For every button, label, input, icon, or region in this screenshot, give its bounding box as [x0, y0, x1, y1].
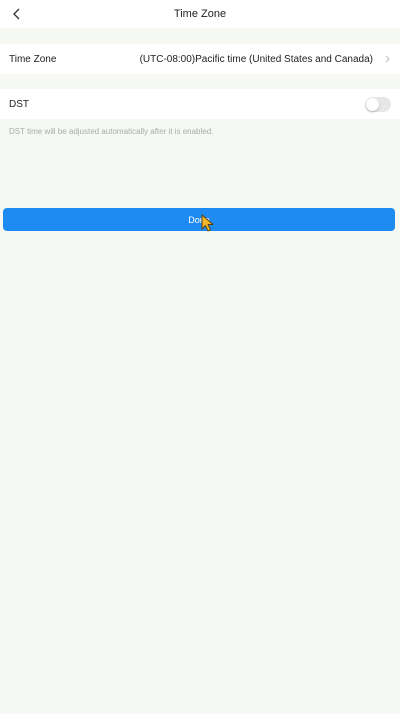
time-zone-label: Time Zone [9, 53, 57, 65]
dst-row: DST [0, 89, 400, 119]
top-navigation-bar: Time Zone [0, 0, 400, 28]
time-zone-value: (UTC-08:00)Pacific time (United States a… [139, 53, 373, 65]
time-zone-row[interactable]: Time Zone (UTC-08:00)Pacific time (Unite… [0, 44, 400, 74]
dst-hint-text: DST time will be adjusted automatically … [9, 127, 214, 136]
back-button[interactable] [6, 3, 28, 25]
done-button[interactable]: Done [3, 208, 395, 231]
dst-toggle[interactable] [365, 96, 391, 112]
chevron-right-icon [383, 54, 391, 64]
time-zone-screen: Time Zone Time Zone (UTC-08:00)Pacific t… [0, 0, 400, 714]
page-title: Time Zone [173, 8, 227, 20]
dst-label: DST [9, 98, 29, 110]
chevron-left-icon [13, 8, 20, 20]
toggle-knob [366, 97, 379, 111]
